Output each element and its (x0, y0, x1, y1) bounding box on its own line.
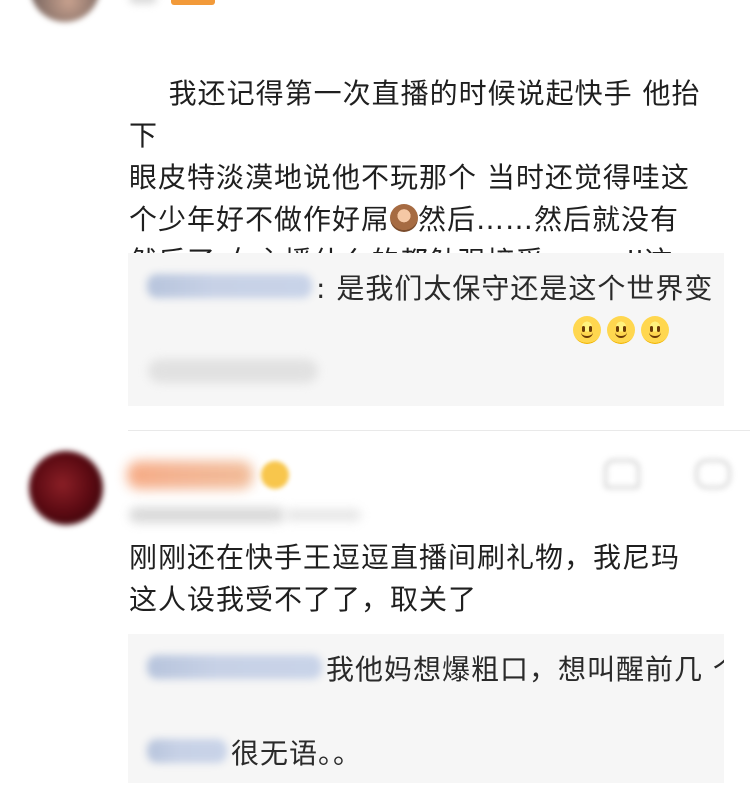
reply-text-1: : 是我们太保守还是这个世界变 了，感觉刷新三观了，果然我老了 (316, 272, 724, 305)
reply-emoji-row-1 (573, 311, 675, 353)
comment-meta-blur-2b (285, 509, 361, 521)
like-icon[interactable] (604, 459, 640, 489)
see-no-evil-monkey-icon (390, 204, 419, 232)
reply-box-2[interactable]: 我他妈想爆粗口，想叫醒前几 个星期的自己 很无语。。 (128, 634, 724, 783)
comment-meta-blur-2 (129, 507, 285, 523)
verified-icon (261, 461, 289, 489)
reply-box-1[interactable]: : 是我们太保守还是这个世界变 了，感觉刷新三观了，果然我老了 (128, 253, 724, 406)
smile-icon (573, 316, 601, 344)
reply-text-3: 很无语。。 (231, 737, 363, 770)
comment-body-2: 刚刚还在快手王逗逗直播间刷礼物，我尼玛 这人设我受不了了，取关了 (129, 541, 681, 616)
smile-icon (641, 316, 669, 344)
top-comment-name-fragment (129, 0, 157, 4)
reply-more-link-blur[interactable] (148, 359, 318, 383)
reply-item-1: : 是我们太保守还是这个世界变 了，感觉刷新三观了，果然我老了 (147, 268, 724, 310)
reply-item-3: 很无语。。 (147, 733, 717, 775)
comment-author-name-blur-2[interactable] (127, 461, 253, 489)
comment-icon[interactable] (695, 459, 731, 489)
reply-author-blur-2 (147, 655, 322, 679)
smile-icon (607, 316, 635, 344)
reply-item-2: 我他妈想爆粗口，想叫醒前几 个星期的自己 (147, 649, 724, 691)
top-comment-badge (171, 0, 215, 5)
comment-avatar-2[interactable] (29, 451, 103, 525)
reply-author-blur-3 (147, 739, 227, 763)
top-comment-avatar[interactable] (30, 0, 100, 22)
reply-text-2: 我他妈想爆粗口，想叫醒前几 个星期的自己 (326, 653, 724, 686)
reply-author-blur-1 (147, 274, 312, 298)
comment-divider (128, 430, 750, 431)
